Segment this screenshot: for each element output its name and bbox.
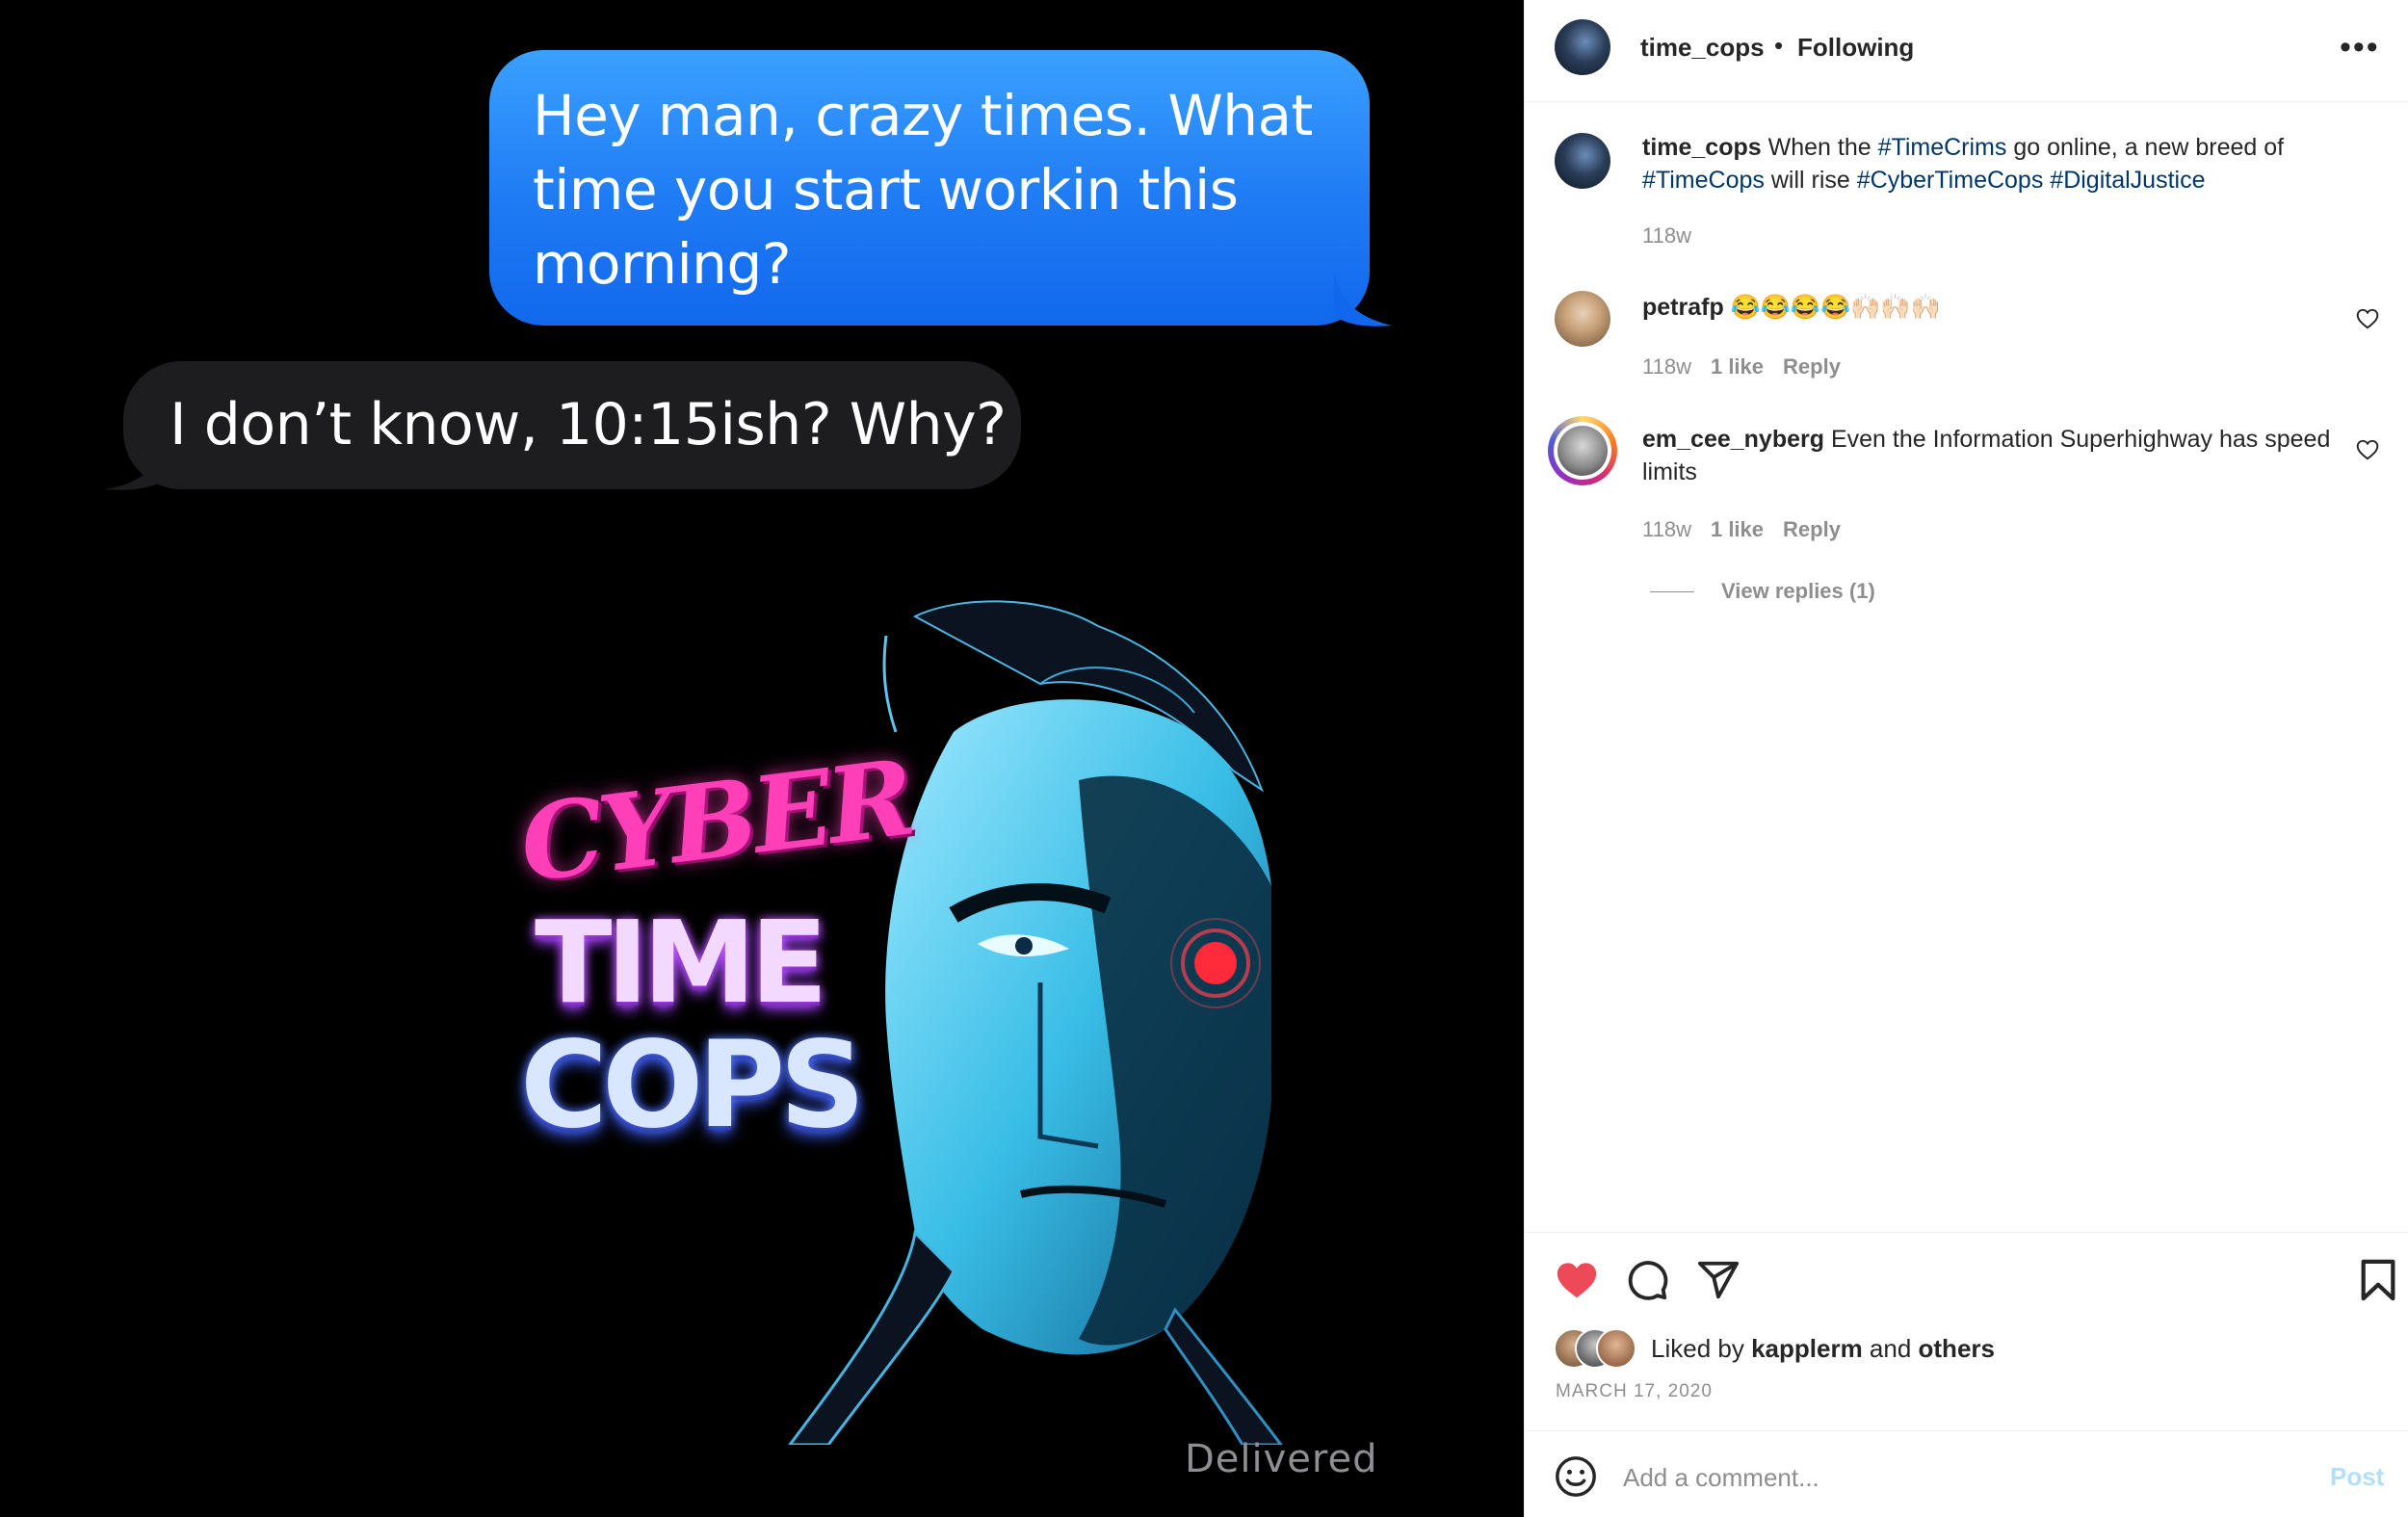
caption-avatar[interactable] [1555,133,1610,189]
actions-divider [1525,1232,2408,1233]
more-options-icon[interactable]: ••• [2340,29,2380,66]
liked-by-text: Liked by kapplerm and others [1651,1334,1995,1364]
commenter-avatar[interactable] [1555,291,1610,347]
author-username[interactable]: time_cops [1640,33,1765,63]
view-replies-button[interactable]: View replies (1) [1721,579,1875,604]
heart-icon[interactable] [1554,1258,1600,1302]
comment-box-divider [1525,1430,2408,1431]
header-divider [1525,101,2408,102]
share-icon[interactable] [1696,1258,1741,1302]
sent-message-bubble: Hey man, crazy times. What time you star… [489,50,1370,326]
caption-username[interactable]: time_cops [1642,134,1762,161]
caption-meta: 118w [1642,223,1711,248]
received-message-text: I don’t know, 10:15ish? Why? [170,391,1007,458]
hashtag-link[interactable]: #TimeCrims [1878,134,2007,161]
artwork-title-time: TIME [535,896,827,1029]
caption-text: time_cops When the #TimeCrims go online,… [1642,131,2336,196]
bookmark-icon[interactable] [2359,1258,2397,1302]
comment-text: petrafp 😂😂😂😂🙌🏻🙌🏻🙌🏻 [1642,291,2336,324]
sent-bubble-tail [1334,270,1392,327]
comment-body: 😂😂😂😂🙌🏻🙌🏻🙌🏻 [1723,294,1941,321]
liked-by-others-link[interactable]: others [1919,1334,1995,1363]
liked-by-and: and [1862,1334,1919,1363]
reply-button[interactable]: Reply [1783,517,1841,541]
comment-meta: 118w 1 like Reply [1642,517,1860,542]
comment-text: em_cee_nyberg Even the Information Super… [1642,423,2336,488]
hashtag-link[interactable]: #TimeCops [1642,167,1765,194]
commenter-avatar[interactable] [1554,422,1611,480]
comment-like-icon[interactable] [2355,437,2380,462]
post-date[interactable]: MARCH 17, 2020 [1556,1381,1713,1402]
liker-avatar[interactable] [1596,1328,1636,1369]
emoji-icon[interactable] [1554,1454,1598,1499]
caption-text-part: go online, a new breed of [2006,134,2285,161]
comment-likes[interactable]: 1 like [1711,354,1764,379]
caption-age[interactable]: 118w [1642,223,1691,248]
delivered-status: Delivered [1185,1437,1378,1481]
hashtag-link[interactable]: #CyberTimeCops [1857,167,2044,194]
comment-likes[interactable]: 1 like [1711,517,1764,541]
artwork-title-cops: COPS [520,1016,866,1155]
comment-input[interactable] [1623,1460,2278,1495]
post-sidebar: time_cops • Following ••• time_cops When… [1524,0,2408,1517]
post-media[interactable]: Hey man, crazy times. What time you star… [0,0,1524,1517]
reply-button[interactable]: Reply [1783,354,1841,379]
hashtag-link[interactable]: #DigitalJustice [2050,167,2205,194]
view-replies-line [1650,591,1694,592]
header-separator: • [1774,31,1784,60]
comment-icon[interactable] [1625,1258,1669,1302]
comment-username[interactable]: petrafp [1642,294,1724,321]
caption-text-part: When the [1761,134,1878,161]
liked-by-user-link[interactable]: kapplerm [1751,1334,1863,1363]
post-comment-button[interactable]: Post [2330,1462,2384,1492]
received-bubble-tail [104,443,162,490]
liked-by-prefix: Liked by [1651,1334,1752,1363]
author-avatar[interactable] [1555,19,1610,75]
comment-username[interactable]: em_cee_nyberg [1642,426,1824,453]
received-message-bubble: I don’t know, 10:15ish? Why? [123,361,1021,489]
caption-text-part: will rise [1764,167,1857,194]
sent-message-text: Hey man, crazy times. What time you star… [533,83,1313,297]
comment-like-icon[interactable] [2355,306,2380,331]
comment-meta: 118w 1 like Reply [1642,354,1860,379]
following-button[interactable]: Following [1797,33,1914,63]
comment-age[interactable]: 118w [1642,354,1691,379]
comment-age[interactable]: 118w [1642,517,1691,541]
